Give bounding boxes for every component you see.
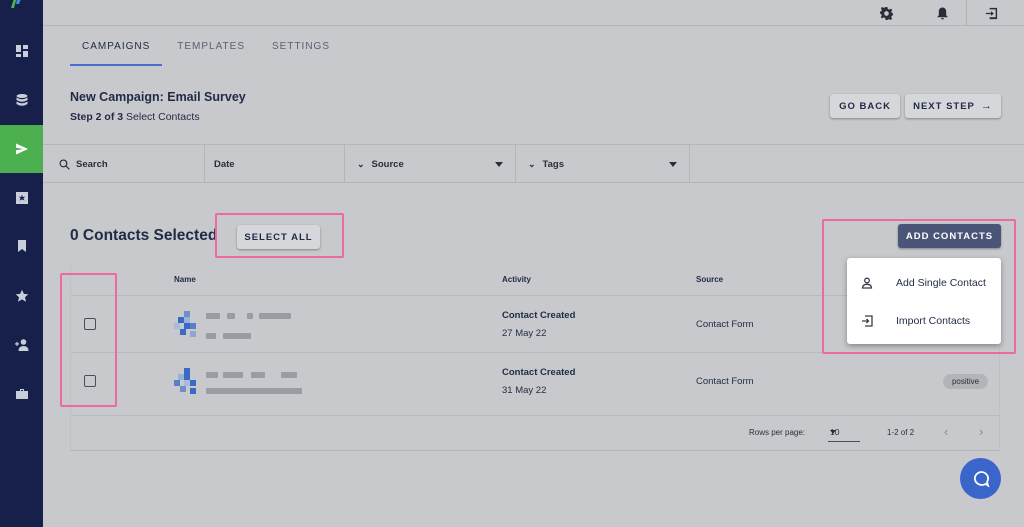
arrow-right-icon: → (980, 100, 993, 112)
dropdown-caret-icon (830, 430, 836, 434)
page-title: New Campaign: Email Survey (70, 90, 246, 104)
highlight-box-select-all (215, 213, 344, 258)
column-header-name: Name (174, 275, 196, 284)
redacted-text (223, 333, 251, 339)
bell-icon (936, 6, 948, 20)
sidebar (0, 0, 43, 527)
dropdown-caret-icon (495, 162, 503, 167)
tag-badge: positive (943, 374, 988, 389)
step-description: Select Contacts (126, 111, 200, 123)
column-header-source: Source (696, 275, 724, 284)
person-add-icon (14, 339, 28, 351)
chevron-down-icon: ⌄ (357, 158, 365, 169)
redacted-text (206, 333, 216, 339)
pagination-range: 1-2 of 2 (887, 428, 915, 437)
tags-label: Tags (542, 158, 565, 170)
date-label: Date (214, 158, 235, 170)
bookmark-icon (17, 240, 26, 252)
logout-button[interactable] (972, 0, 1010, 26)
column-header-activity: Activity (502, 275, 531, 284)
topbar-divider (966, 0, 967, 26)
redacted-text (223, 372, 243, 378)
redacted-text (227, 313, 235, 319)
tab-campaigns[interactable]: CAMPAIGNS (70, 40, 163, 66)
next-step-label: NEXT STEP (913, 100, 975, 112)
send-icon (15, 143, 28, 155)
gear-icon (879, 6, 893, 20)
sidebar-item-dashboard[interactable] (0, 27, 43, 75)
sidebar-item-forms[interactable] (0, 174, 43, 222)
next-page-button[interactable]: › (979, 424, 983, 439)
source-label: Source (371, 158, 404, 170)
table-pagination: Rows per page: 10 1-2 of 2 ‹ › (71, 415, 999, 449)
chevron-right-icon: › (979, 424, 984, 439)
activity-date: 31 May 22 (502, 385, 547, 396)
go-back-button[interactable]: GO BACK (830, 94, 900, 118)
tab-templates[interactable]: TEMPLATES (165, 40, 257, 66)
rows-per-page-select[interactable]: 10 (828, 422, 860, 442)
notifications-button[interactable] (923, 0, 961, 26)
next-step-button[interactable]: NEXT STEP → (905, 94, 1001, 118)
redacted-text (247, 313, 253, 319)
asterisk-box-icon (15, 192, 28, 204)
activity-title: Contact Created (502, 367, 576, 378)
activity-title: Contact Created (502, 310, 576, 321)
avatar (174, 311, 196, 337)
date-filter[interactable]: Date (205, 145, 345, 183)
database-icon (16, 94, 27, 106)
redacted-text (206, 388, 302, 394)
dashboard-icon (15, 45, 28, 57)
activity-date: 27 May 22 (502, 328, 547, 339)
contacts-selected-count: 0 Contacts Selected (70, 227, 218, 244)
briefcase-icon (15, 389, 28, 399)
logout-icon (985, 7, 997, 19)
table-row[interactable]: Contact Created 31 May 22 Contact Form p… (71, 352, 999, 409)
redacted-text (251, 372, 265, 378)
chat-button[interactable] (960, 458, 1001, 499)
contact-source: Contact Form (696, 376, 754, 387)
star-icon (15, 289, 28, 302)
sidebar-item-briefcase[interactable] (0, 370, 43, 418)
chevron-down-icon: ⌄ (528, 158, 536, 169)
tags-filter[interactable]: ⌄ Tags (516, 145, 690, 183)
source-filter[interactable]: ⌄ Source (345, 145, 516, 183)
settings-button[interactable] (867, 0, 905, 26)
filter-bar: Search Date ⌄ Source ⌄ Tags (43, 144, 1024, 183)
previous-page-button[interactable]: ‹ (944, 424, 948, 439)
step-number: Step 2 of 3 (70, 111, 124, 123)
avatar (174, 368, 196, 394)
search-icon (59, 158, 70, 170)
highlight-box-checkboxes (60, 273, 117, 407)
step-indicator: Step 2 of 3 Select Contacts (70, 111, 200, 123)
redacted-text (206, 313, 220, 319)
rows-per-page-label: Rows per page: (749, 428, 806, 437)
dropdown-caret-icon (669, 162, 677, 167)
topbar (43, 0, 1024, 26)
chat-bubble-icon (973, 470, 989, 487)
contact-source: Contact Form (696, 319, 754, 330)
search-filter[interactable]: Search (43, 145, 205, 183)
sidebar-item-database[interactable] (0, 76, 43, 124)
sidebar-item-add-user[interactable] (0, 321, 43, 369)
redacted-text (259, 313, 291, 319)
redacted-text (206, 372, 218, 378)
redacted-text (281, 372, 297, 378)
search-label: Search (76, 158, 108, 170)
chevron-left-icon: ‹ (944, 424, 949, 439)
sidebar-item-favorites[interactable] (0, 272, 43, 320)
logo-icon (11, 0, 21, 8)
tab-bar: CAMPAIGNS TEMPLATES SETTINGS (70, 40, 342, 68)
sidebar-item-bookmarks[interactable] (0, 222, 43, 270)
tab-settings[interactable]: SETTINGS (260, 40, 342, 66)
sidebar-item-campaigns[interactable] (0, 125, 43, 173)
highlight-box-add-contacts (822, 219, 1016, 354)
